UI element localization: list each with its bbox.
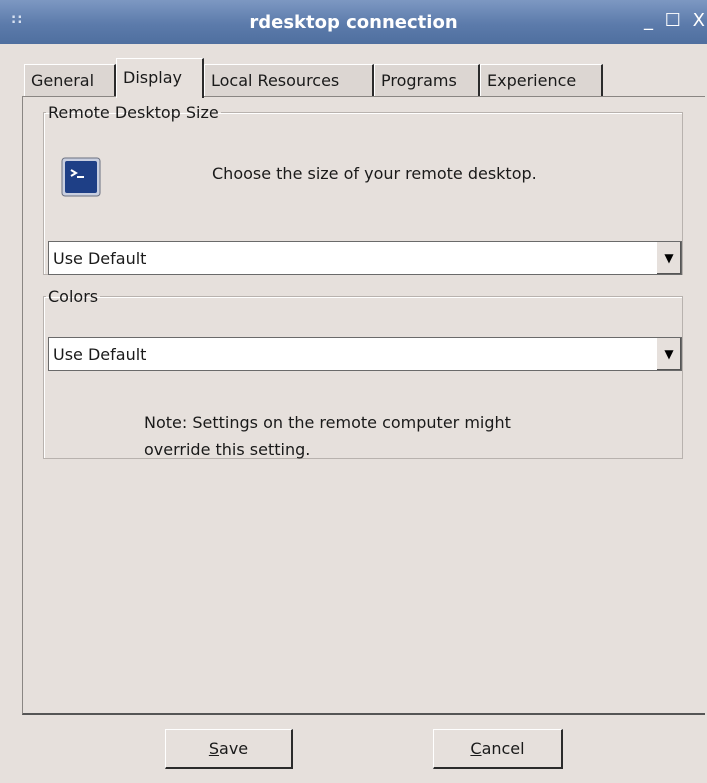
desktop-size-value: Use Default — [53, 249, 147, 268]
colors-note-line-2: override this setting. — [144, 440, 311, 459]
colors-group: Colors Use Default ▼ Note: Settings on t… — [43, 287, 683, 459]
tab-experience[interactable]: Experience — [480, 64, 603, 96]
window-title: rdesktop connection — [249, 12, 458, 33]
colors-legend: Colors — [48, 287, 99, 306]
colors-select[interactable]: Use Default ▼ — [48, 337, 682, 371]
close-icon[interactable]: X — [693, 10, 705, 31]
tab-local-resources[interactable]: Local Resources — [204, 64, 374, 96]
cancel-button[interactable]: Cancel — [433, 729, 563, 769]
size-prompt-text: Choose the size of your remote desktop. — [212, 164, 537, 183]
maximize-icon[interactable]: ☐ — [665, 10, 681, 31]
colors-note: Note: Settings on the remote computer mi… — [144, 409, 511, 463]
chevron-down-icon[interactable]: ▼ — [656, 242, 681, 274]
save-label: Save — [208, 739, 249, 758]
remote-desktop-size-group: Remote Desktop Size Choose the size of y… — [43, 103, 683, 275]
save-button[interactable]: Save — [165, 729, 293, 769]
minimize-icon[interactable]: _ — [644, 10, 653, 31]
tab-general[interactable]: General — [24, 64, 116, 96]
tab-display[interactable]: Display — [116, 58, 204, 98]
tab-panel-display: Remote Desktop Size Choose the size of y… — [22, 96, 705, 715]
desktop-size-select[interactable]: Use Default ▼ — [48, 241, 682, 275]
colors-note-line-1: Note: Settings on the remote computer mi… — [144, 413, 511, 432]
chevron-down-icon[interactable]: ▼ — [656, 338, 681, 370]
tab-programs[interactable]: Programs — [374, 64, 480, 96]
remote-desktop-size-legend: Remote Desktop Size — [48, 103, 219, 122]
terminal-icon — [59, 155, 103, 199]
title-bar[interactable]: :: rdesktop connection _ ☐ X — [0, 0, 707, 44]
cancel-label: Cancel — [470, 739, 525, 758]
colors-value: Use Default — [53, 345, 147, 364]
